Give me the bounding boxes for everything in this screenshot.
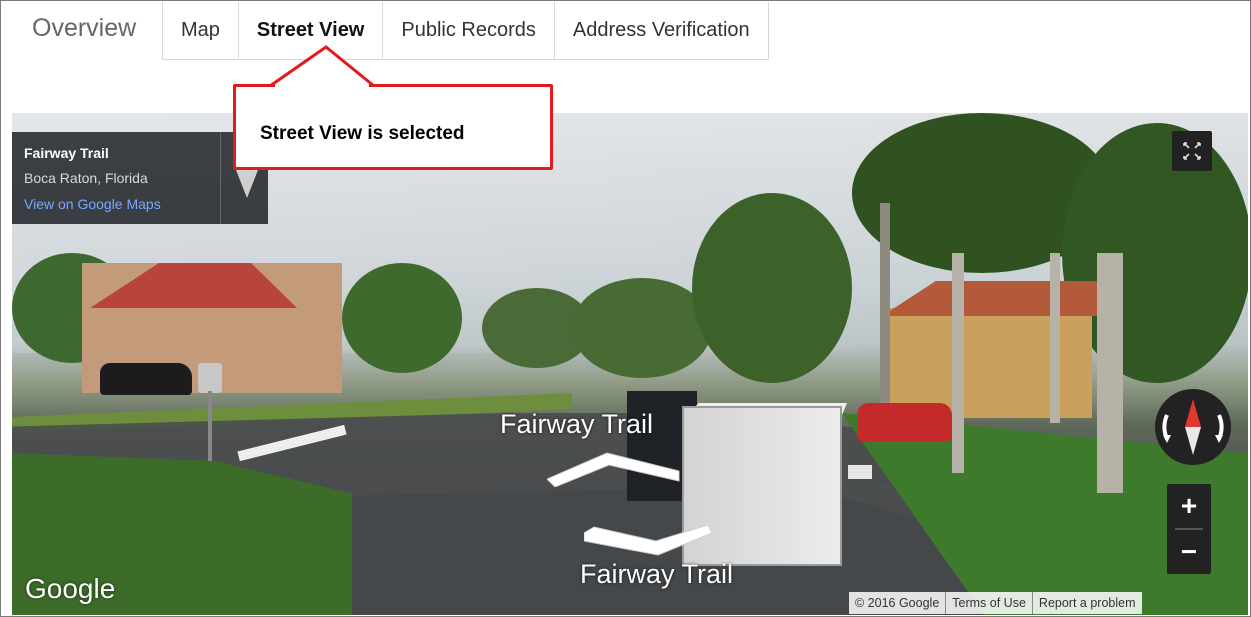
callout-join [275,84,369,90]
zoom-control: + − [1167,484,1211,574]
road-label: Fairway Trail [500,409,654,439]
fullscreen-button[interactable] [1172,131,1212,171]
tree [342,263,462,373]
stop-sign [198,363,222,393]
fullscreen-icon [1183,142,1201,160]
copyright-text: © 2016 Google [855,596,940,610]
road-label: Fairway Trail [580,559,734,589]
tree [572,278,712,378]
annotation-callout: Street View is selected [233,84,553,170]
location-subtitle: Boca Raton, Florida [24,170,148,186]
location-title: Fairway Trail [24,145,109,161]
location-info-box: Fairway Trail Boca Raton, Florida View o… [12,132,268,224]
pin-icon[interactable] [234,166,260,200]
red-car [857,403,952,441]
sign-post [208,391,212,461]
parked-car [100,363,192,395]
palm-trunk [1050,253,1060,423]
tab-map[interactable]: Map [163,2,239,59]
chevron-arrow-icon[interactable] [547,451,687,487]
palm-trunk [1097,253,1123,493]
tab-bar: Overview Map Street View Public Records … [0,0,1251,60]
terms-of-use-link[interactable]: Terms of Use [945,592,1032,614]
map-footer: © 2016 Google Terms of Use Report a prob… [849,592,1142,614]
zoom-out-button[interactable]: − [1167,530,1211,574]
house-right [882,308,1092,418]
tree [692,193,852,383]
report-problem-link[interactable]: Report a problem [1031,592,1142,614]
google-logo: Google [25,573,116,604]
palm-trunk [880,203,890,403]
palm-trunk [952,253,964,473]
tab-address-verification[interactable]: Address Verification [555,2,768,59]
divider [220,132,221,224]
chevron-arrow-icon[interactable] [584,525,714,561]
tab-public-records[interactable]: Public Records [383,2,555,59]
compass-icon[interactable] [1153,385,1233,475]
view-on-google-maps-link[interactable]: View on Google Maps [24,196,161,212]
callout-pointer [270,45,379,88]
overview-heading: Overview [32,14,137,42]
callout-text: Street View is selected [260,123,465,144]
mailbox [848,465,872,479]
zoom-in-button[interactable]: + [1167,484,1211,528]
tab-strip: Map Street View Public Records Address V… [162,2,769,60]
